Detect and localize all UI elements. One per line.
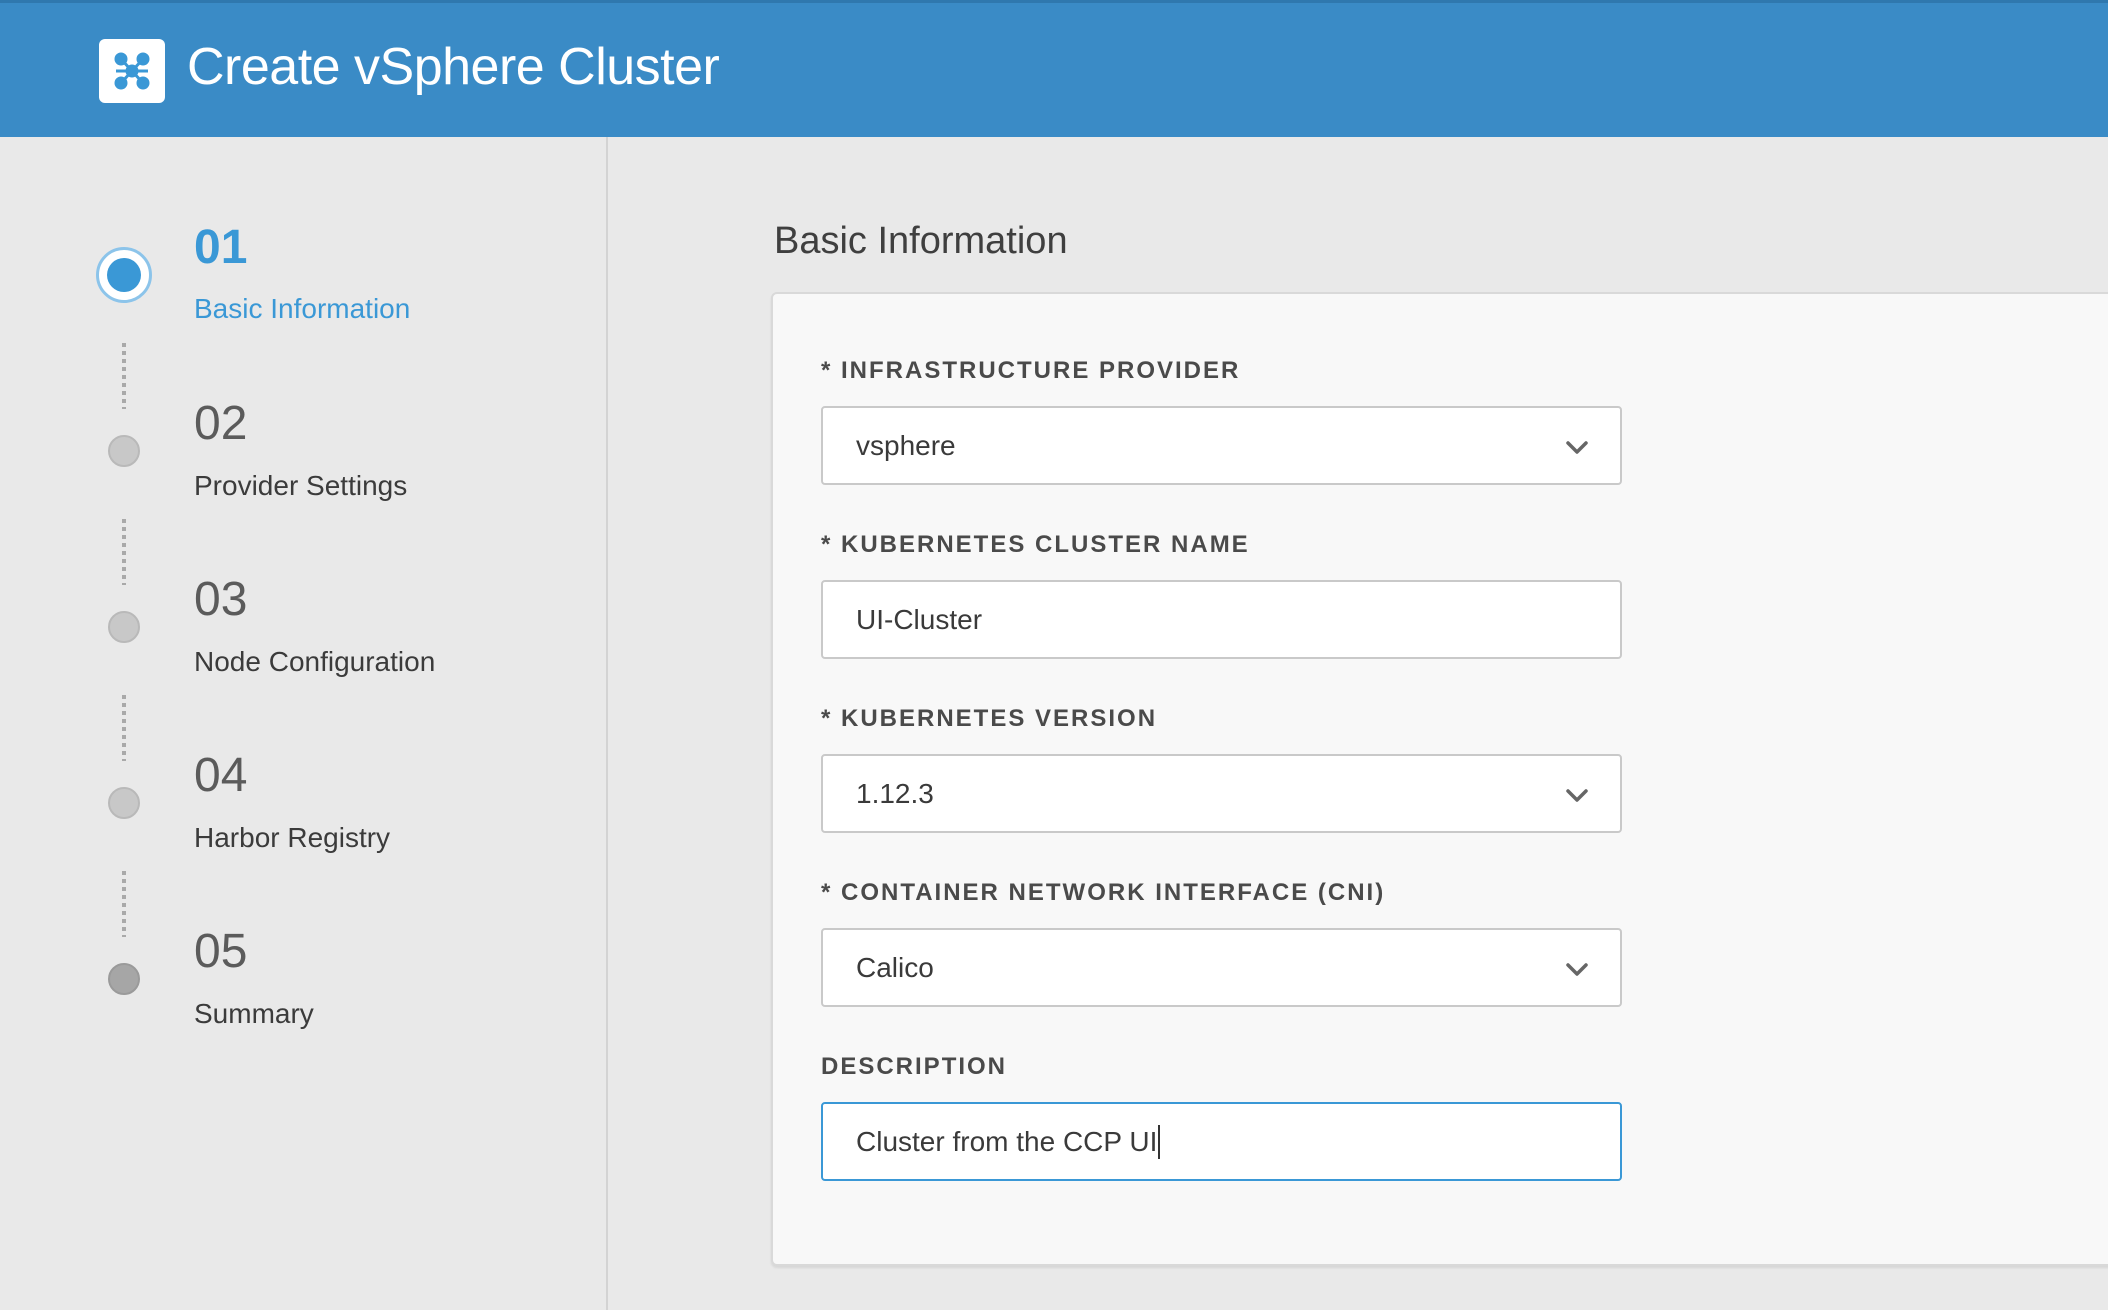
step-number: 03 xyxy=(194,573,248,626)
infrastructure-provider-label: * INFRASTRUCTURE PROVIDER xyxy=(821,357,1241,384)
chevron-down-icon xyxy=(1566,789,1588,802)
cni-select[interactable]: Calico xyxy=(821,928,1622,1007)
step-connector xyxy=(122,519,126,585)
chevron-down-icon xyxy=(1566,963,1588,976)
kubernetes-cluster-name-label: * KUBERNETES CLUSTER NAME xyxy=(821,531,1250,558)
step-connector xyxy=(122,871,126,937)
step-number: 01 xyxy=(194,221,248,274)
section-title: Basic Information xyxy=(774,220,1068,262)
step-pending-indicator-icon xyxy=(108,611,140,643)
infrastructure-provider-select[interactable]: vsphere xyxy=(821,406,1622,485)
step-label: Node Configuration xyxy=(194,646,436,677)
step-number: 05 xyxy=(194,925,248,978)
cni-label: * CONTAINER NETWORK INTERFACE (CNI) xyxy=(821,879,1386,906)
kubernetes-version-select[interactable]: 1.12.3 xyxy=(821,754,1622,833)
text-cursor xyxy=(1158,1124,1161,1159)
input-value: Cluster from the CCP UI xyxy=(856,1125,1158,1157)
step-connector xyxy=(122,343,126,409)
kubernetes-version-label: * KUBERNETES VERSION xyxy=(821,705,1158,732)
step-active-indicator-icon xyxy=(96,247,152,303)
step-label: Basic Information xyxy=(194,293,411,324)
step-pending-indicator-icon xyxy=(108,963,140,995)
step-pending-indicator-icon xyxy=(108,787,140,819)
step-label: Provider Settings xyxy=(194,470,408,501)
page-title: Create vSphere Cluster xyxy=(187,38,720,96)
kubernetes-cluster-name-input[interactable]: UI-Cluster xyxy=(821,580,1622,659)
network-nodes-icon xyxy=(99,39,165,103)
chevron-down-icon xyxy=(1566,441,1588,454)
select-value: vsphere xyxy=(856,429,956,461)
description-input[interactable]: Cluster from the CCP UI xyxy=(821,1102,1622,1181)
step-label: Summary xyxy=(194,998,314,1029)
step-pending-indicator-icon xyxy=(108,435,140,467)
step-label: Harbor Registry xyxy=(194,822,391,853)
app-header: Create vSphere Cluster xyxy=(0,0,2108,137)
select-value: Calico xyxy=(856,951,934,983)
step-number: 02 xyxy=(194,397,248,450)
input-value: UI-Cluster xyxy=(856,603,983,635)
step-number: 04 xyxy=(194,749,248,802)
select-value: 1.12.3 xyxy=(856,777,934,809)
description-label: DESCRIPTION xyxy=(821,1053,1008,1080)
step-connector xyxy=(122,695,126,761)
